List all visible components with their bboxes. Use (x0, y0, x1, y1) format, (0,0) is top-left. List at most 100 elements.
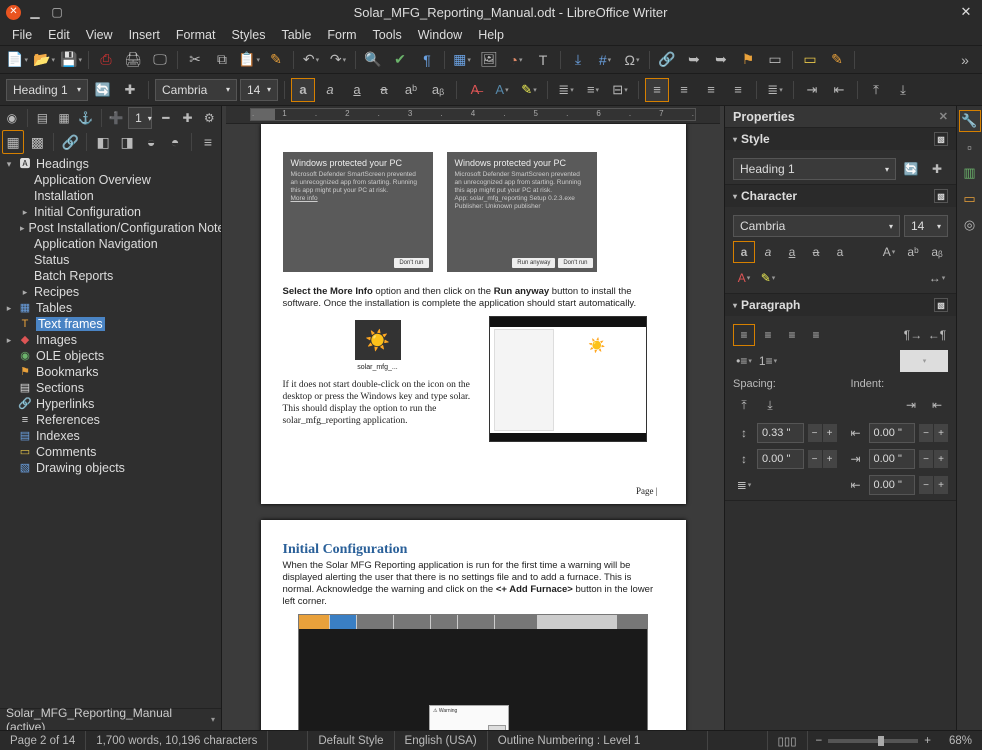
prop-sub-button[interactable]: aᵦ (926, 241, 948, 263)
nav-moveup-button[interactable]: ◒ (140, 130, 162, 154)
insert-page-break-button[interactable]: ⤓ (565, 48, 591, 72)
prop-highlight-button[interactable]: ✎ (757, 267, 779, 289)
highlight-button[interactable]: ✎ (517, 78, 541, 102)
tree-text-frames[interactable]: TText frames (0, 316, 221, 332)
align-justify-button[interactable]: ≡ (726, 78, 750, 102)
status-outline[interactable]: Outline Numbering : Level 1 (488, 731, 708, 750)
window-close-button[interactable]: ✕ (6, 5, 21, 20)
insert-textbox-button[interactable]: T (530, 48, 556, 72)
para-space-increase-button[interactable]: ⤒ (864, 78, 888, 102)
tree-indexes[interactable]: ▤Indexes (0, 428, 221, 444)
nav-level-select[interactable]: 1 (128, 107, 152, 129)
navigator-tree[interactable]: ▾🅰Headings Application Overview Installa… (0, 154, 221, 708)
underline-button[interactable]: a (345, 78, 369, 102)
status-words[interactable]: 1,700 words, 10,196 characters (86, 731, 268, 750)
prop-bold-button[interactable]: a (733, 241, 755, 263)
spin-inc[interactable]: + (934, 476, 948, 494)
spin-dec[interactable]: − (919, 450, 933, 468)
tree-references[interactable]: ≡References (0, 412, 221, 428)
bullet-list-button[interactable]: ≣ (554, 78, 578, 102)
spin-inc[interactable]: + (823, 424, 837, 442)
insert-image-button[interactable]: 🖼 (476, 48, 502, 72)
status-zoom[interactable]: 68% (939, 731, 982, 750)
prop-align-justify[interactable]: ≡ (805, 324, 827, 346)
status-insert-mode[interactable] (268, 731, 308, 750)
tree-item[interactable]: Status (0, 252, 221, 268)
sidebar-tab-page[interactable]: ▫ (959, 136, 981, 158)
spin-inc[interactable]: + (934, 424, 948, 442)
tree-headings[interactable]: ▾🅰Headings (0, 156, 221, 172)
character-more-button[interactable]: ▧ (934, 189, 948, 203)
indent-decrease-button[interactable]: ⇤ (827, 78, 851, 102)
new-document-button[interactable]: 📄 (4, 48, 30, 72)
subscript-button[interactable]: aᵦ (426, 78, 450, 102)
menu-help[interactable]: Help (472, 26, 510, 44)
space-above-input[interactable]: 0.33 " (757, 423, 804, 443)
prop-font-color-button[interactable]: A (733, 267, 755, 289)
tree-item[interactable]: ▸Recipes (0, 284, 221, 300)
tree-sections[interactable]: ▤Sections (0, 380, 221, 396)
spin-dec[interactable]: − (919, 424, 933, 442)
nav-link-button[interactable]: 🔗 (59, 130, 81, 154)
nav-reminder-button[interactable]: ➕ (106, 108, 126, 128)
prop-align-center[interactable]: ≡ (757, 324, 779, 346)
tree-item[interactable]: Installation (0, 188, 221, 204)
toolbar-overflow-button[interactable]: » (952, 48, 978, 72)
indent-increase-button[interactable]: ⇥ (800, 78, 824, 102)
insert-footnote-button[interactable]: ➥ (681, 48, 707, 72)
prop-align-left[interactable]: ≡ (733, 324, 755, 346)
space-below-input[interactable]: 0.00 " (757, 449, 804, 469)
number-list-button[interactable]: ≡ (581, 78, 605, 102)
menu-file[interactable]: File (6, 26, 38, 44)
tree-item[interactable]: Application Overview (0, 172, 221, 188)
menu-view[interactable]: View (80, 26, 119, 44)
line-spacing-button[interactable]: ≣ (733, 474, 755, 496)
prop-rtl-button[interactable]: ←¶ (926, 324, 948, 346)
tree-item[interactable]: Application Navigation (0, 236, 221, 252)
prop-section-paragraph[interactable]: Paragraph▧ (725, 294, 956, 316)
prop-spacing-button[interactable]: ↔ (926, 267, 948, 289)
prop-space-inc-button[interactable]: ⤒ (733, 394, 755, 416)
nav-content-nav-button[interactable]: ▦ (2, 130, 24, 154)
paragraph-more-button[interactable]: ▧ (934, 298, 948, 312)
export-pdf-button[interactable]: ⎙ (93, 48, 119, 72)
italic-button[interactable]: a (318, 78, 342, 102)
prop-section-character[interactable]: Character▧ (725, 185, 956, 207)
indent-right-input[interactable]: 0.00 " (869, 449, 916, 469)
insert-bookmark-button[interactable]: ⚑ (735, 48, 761, 72)
cut-button[interactable]: ✂ (182, 48, 208, 72)
align-left-button[interactable]: ≡ (645, 78, 669, 102)
prop-italic-button[interactable]: a (757, 241, 779, 263)
clear-formatting-button[interactable]: A̶ (463, 78, 487, 102)
window-minimize-button[interactable]: ▁ (27, 4, 43, 20)
insert-endnote-button[interactable]: ➥ (708, 48, 734, 72)
prop-ltr-button[interactable]: ¶→ (902, 324, 924, 346)
prop-indent-dec-button[interactable]: ⇤ (926, 394, 948, 416)
tree-images[interactable]: ▸◆Images (0, 332, 221, 348)
prop-update-style-button[interactable]: 🔄 (900, 158, 922, 180)
print-preview-button[interactable]: 🖵 (147, 48, 173, 72)
redo-button[interactable]: ↷ (325, 48, 351, 72)
document-viewport[interactable]: Windows protected your PC Microsoft Defe… (222, 124, 724, 730)
spin-inc[interactable]: + (934, 450, 948, 468)
horizontal-ruler[interactable]: .1.2.3.4.5.6.7. (226, 106, 720, 124)
nav-toggle-button[interactable]: ▩ (26, 130, 48, 154)
menu-insert[interactable]: Insert (123, 26, 166, 44)
tree-comments[interactable]: ▭Comments (0, 444, 221, 460)
nav-content-view-button[interactable]: ◉ (2, 108, 22, 128)
prop-bg-button[interactable] (900, 350, 948, 372)
prop-number-button[interactable]: 1≡ (757, 350, 779, 372)
insert-comment-button[interactable]: ▭ (797, 48, 823, 72)
font-size-select[interactable]: 14 (240, 79, 278, 101)
tree-item[interactable]: ▸Post Installation/Configuration Notes (0, 220, 221, 236)
paste-button[interactable]: 📋 (236, 48, 262, 72)
nav-header-button[interactable]: ▤ (33, 108, 53, 128)
insert-hyperlink-button[interactable]: 🔗 (654, 48, 680, 72)
prop-space-dec-button[interactable]: ⤓ (759, 394, 781, 416)
prop-shadow-button[interactable]: a (829, 241, 851, 263)
nav-anchor-button[interactable]: ⚓ (76, 108, 96, 128)
insert-field-button[interactable]: # (592, 48, 618, 72)
align-center-button[interactable]: ≡ (672, 78, 696, 102)
prop-bullet-button[interactable]: •≡ (733, 350, 755, 372)
spellcheck-button[interactable]: ✔ (387, 48, 413, 72)
